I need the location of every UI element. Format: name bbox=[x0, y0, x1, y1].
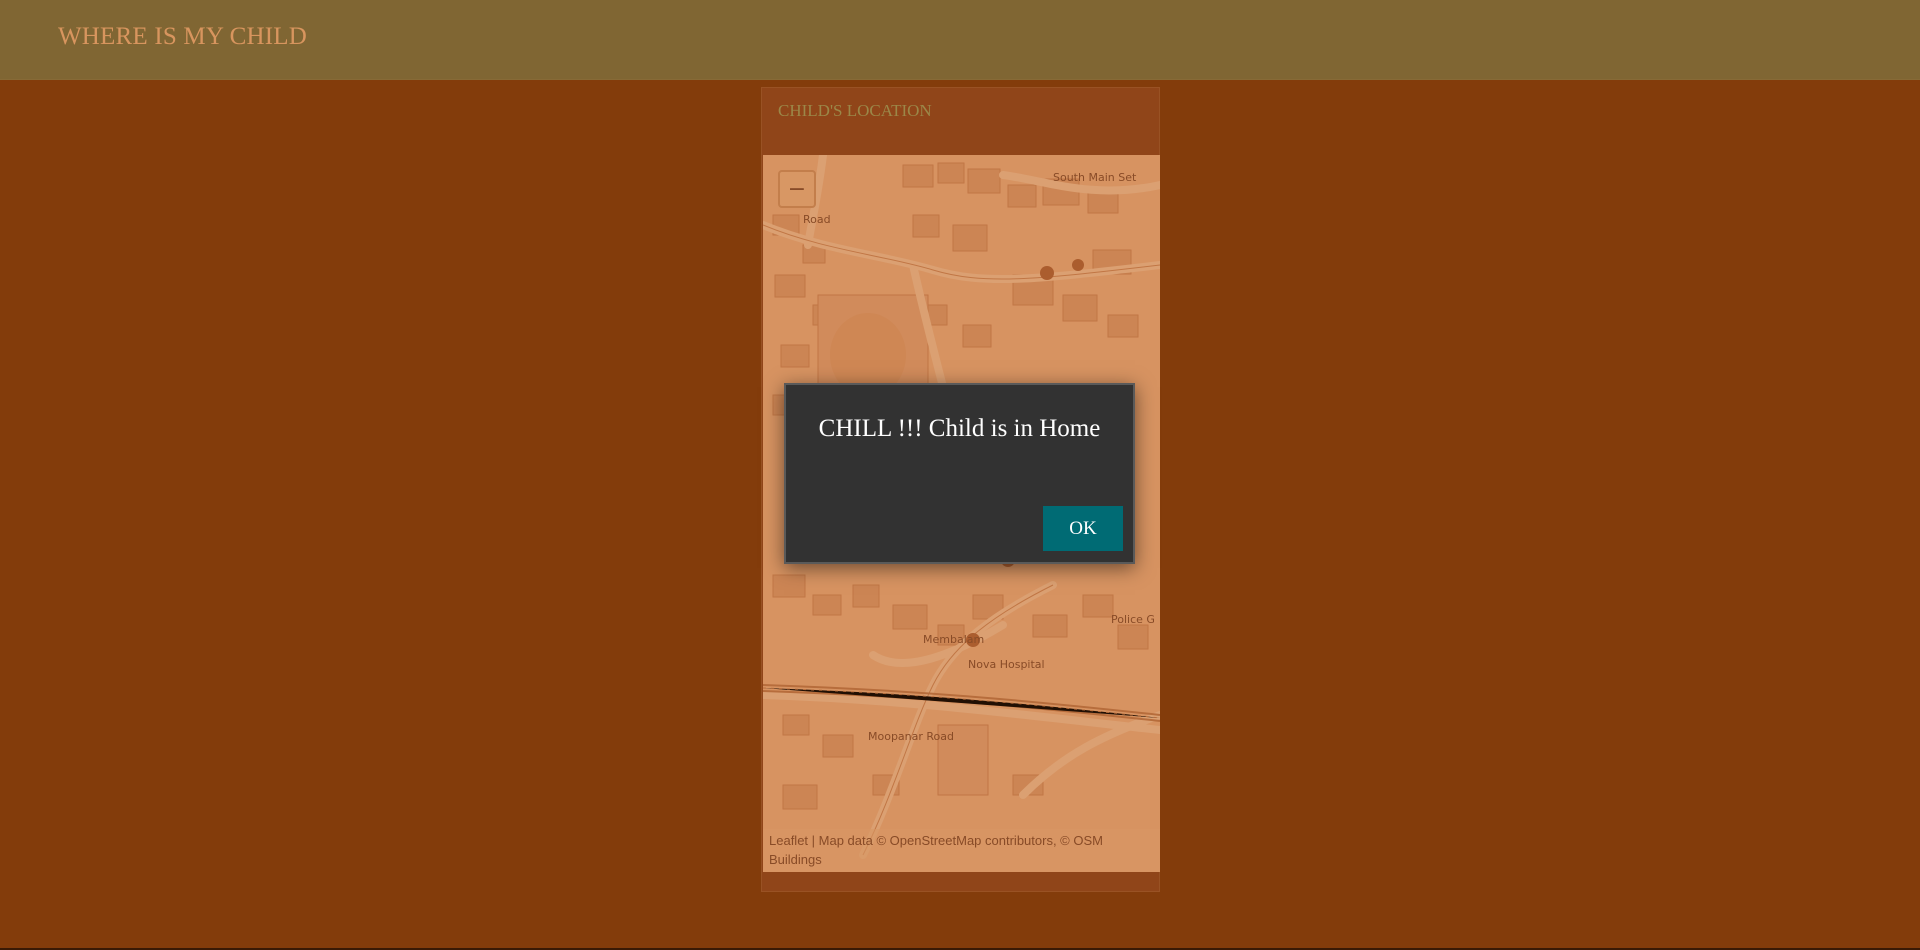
app-header: WHERE IS MY CHILD bbox=[0, 0, 1920, 80]
zoom-out-button[interactable]: − bbox=[778, 170, 816, 208]
map-attribution: Leaflet | Map data © OpenStreetMap contr… bbox=[763, 829, 1160, 872]
ok-button[interactable]: OK bbox=[1043, 506, 1123, 551]
street-label: Moopanar Road bbox=[868, 730, 955, 743]
poi-label: Nova Hospital bbox=[968, 658, 1045, 671]
street-label: South Main Set bbox=[1053, 171, 1137, 184]
card-title: CHILD'S LOCATION bbox=[778, 101, 932, 120]
alert-dialog: CHILL !!! Child is in Home OK bbox=[784, 383, 1135, 564]
poi-label: Police G bbox=[1111, 613, 1155, 626]
app-title: WHERE IS MY CHILD bbox=[58, 23, 307, 50]
street-label: Membalam bbox=[923, 633, 985, 646]
dialog-message: CHILL !!! Child is in Home bbox=[818, 415, 1101, 442]
street-label: Road bbox=[803, 213, 831, 226]
